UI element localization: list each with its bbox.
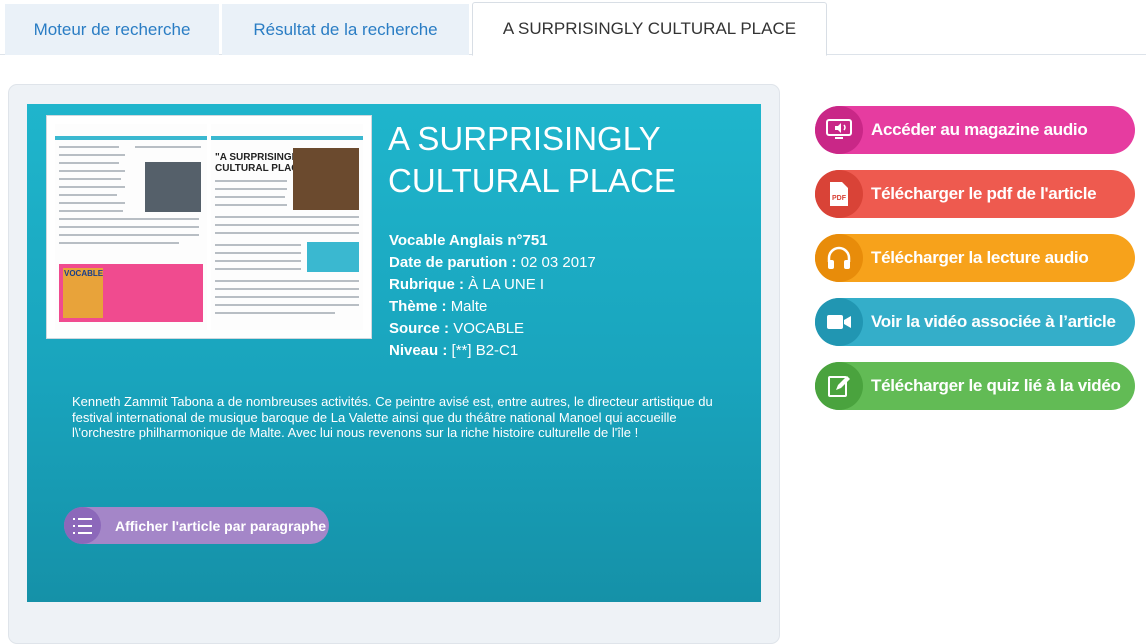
text-line xyxy=(215,188,287,190)
text-line xyxy=(215,268,301,270)
page-band xyxy=(55,136,207,140)
download-quiz-button[interactable]: Télécharger le quiz lié à la vidéo xyxy=(815,362,1135,410)
text-line xyxy=(59,210,123,212)
level-label: Niveau : xyxy=(389,342,448,359)
text-line xyxy=(59,178,121,180)
theme-value: Malte xyxy=(450,298,488,315)
pdf-icon: PDF xyxy=(815,170,863,218)
theatre-photo xyxy=(293,148,359,210)
level-value: [**] B2-C1 xyxy=(451,342,519,359)
rubric-label: Rubrique : xyxy=(389,276,464,293)
text-line xyxy=(215,224,359,226)
portrait-photo xyxy=(145,162,201,212)
text-line xyxy=(215,180,287,182)
tab-bar: Moteur de recherche Résultat de la reche… xyxy=(0,0,1146,56)
text-line xyxy=(135,146,201,148)
text-line xyxy=(215,232,359,234)
download-pdf-button[interactable]: PDF Télécharger le pdf de l'article xyxy=(815,170,1135,218)
article-summary: Kenneth Zammit Tabona a de nombreuses ac… xyxy=(72,394,713,440)
svg-text:PDF: PDF xyxy=(832,195,847,202)
source-value: VOCABLE xyxy=(453,320,525,337)
show-by-paragraph-button[interactable]: Afficher l'article par paragraphe xyxy=(64,507,329,544)
text-line xyxy=(59,218,199,220)
download-pdf-label: Télécharger le pdf de l'article xyxy=(871,184,1097,203)
text-line xyxy=(215,312,335,314)
text-line xyxy=(59,170,125,172)
magazine-logo: VOCABLE xyxy=(64,269,104,278)
text-line xyxy=(59,154,125,156)
text-line xyxy=(215,288,359,290)
tab-article[interactable]: A SURPRISINGLY CULTURAL PLACE xyxy=(472,2,827,56)
text-line xyxy=(215,244,301,246)
source-label: Source : xyxy=(389,320,450,337)
text-line xyxy=(215,260,301,262)
watch-video-button[interactable]: Voir la vidéo associée à l’article xyxy=(815,298,1135,346)
text-line xyxy=(59,162,119,164)
text-line xyxy=(215,196,285,198)
thumbnail-headline-1: "A SURPRISINGLY xyxy=(215,152,304,163)
article-thumbnail[interactable]: VOCABLE "A SURPRISINGLY CULTURAL PLACE" xyxy=(47,116,371,338)
text-line xyxy=(215,216,359,218)
access-audio-magazine-label: Accéder au magazine audio xyxy=(871,120,1088,139)
quote-box xyxy=(307,242,359,272)
download-audio-reading-label: Télécharger la lecture audio xyxy=(871,248,1089,267)
text-line xyxy=(59,186,125,188)
publication-label: Vocable Anglais n°751 xyxy=(389,232,548,249)
text-line xyxy=(215,304,359,306)
download-quiz-label: Télécharger le quiz lié à la vidéo xyxy=(871,376,1121,395)
article-title: A SURPRISINGLY CULTURAL PLACE xyxy=(388,120,676,199)
video-camera-icon xyxy=(815,298,863,346)
theme-label: Thème : xyxy=(389,298,447,315)
text-line xyxy=(215,280,359,282)
quiz-edit-icon xyxy=(815,362,863,410)
list-icon xyxy=(64,507,101,544)
download-audio-reading-button[interactable]: Télécharger la lecture audio xyxy=(815,234,1135,282)
thumbnail-left-page: VOCABLE xyxy=(55,124,207,330)
article-meta: Vocable Anglais n°751 Date de parution :… xyxy=(389,230,596,362)
text-line xyxy=(59,234,199,236)
monitor-audio-icon xyxy=(815,106,863,154)
date-label: Date de parution : xyxy=(389,254,517,271)
date-value: 02 03 2017 xyxy=(520,254,596,271)
tab-search-engine[interactable]: Moteur de recherche xyxy=(5,4,219,55)
thumbnail-right-page: "A SURPRISINGLY CULTURAL PLACE" xyxy=(211,124,363,330)
show-by-paragraph-label: Afficher l'article par paragraphe xyxy=(115,517,327,534)
headphones-icon xyxy=(815,234,863,282)
text-line xyxy=(59,194,117,196)
text-line xyxy=(59,202,125,204)
text-line xyxy=(215,252,301,254)
page-band xyxy=(211,136,363,140)
text-line xyxy=(59,146,119,148)
watch-video-label: Voir la vidéo associée à l’article xyxy=(871,312,1116,331)
text-line xyxy=(215,296,359,298)
text-line xyxy=(59,226,199,228)
access-audio-magazine-button[interactable]: Accéder au magazine audio xyxy=(815,106,1135,154)
rubric-value: À LA UNE I xyxy=(468,276,545,293)
text-line xyxy=(59,242,179,244)
text-line xyxy=(215,204,287,206)
tab-search-results[interactable]: Résultat de la recherche xyxy=(222,4,469,55)
